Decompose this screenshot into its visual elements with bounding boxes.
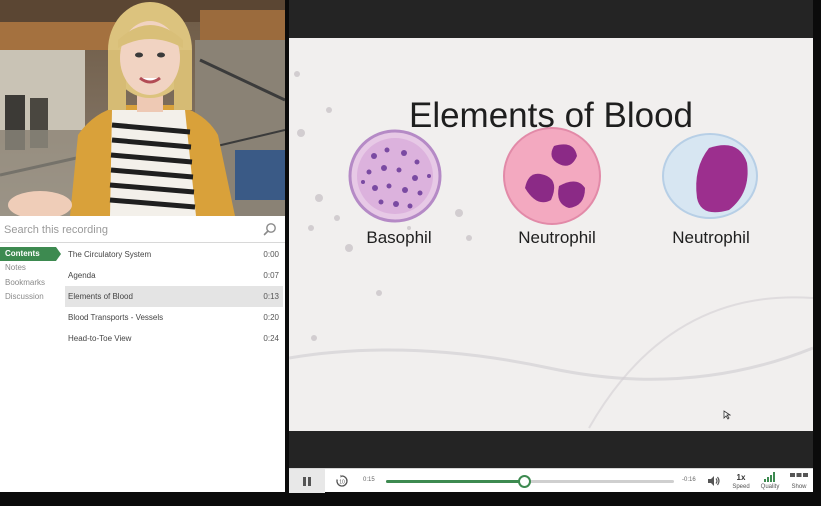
pause-icon	[303, 477, 306, 486]
player-controls: 10 0:15 -0:16 1x Speed Quality Show	[289, 468, 814, 493]
slide: Elements of Blood Basophil Neutrophil Ne…	[289, 38, 813, 431]
chapter-time: 0:07	[263, 271, 279, 280]
svg-text:10: 10	[339, 480, 345, 486]
slide-title: Elements of Blood	[408, 96, 694, 135]
chapter-title: Elements of Blood	[68, 292, 133, 301]
progress-track[interactable]	[386, 475, 674, 488]
progress-thumb[interactable]	[518, 475, 532, 488]
window-edge	[813, 0, 821, 506]
show-layout-icon[interactable]	[790, 473, 808, 481]
video-area[interactable]: Elements of Blood Basophil Neutrophil Ne…	[289, 0, 813, 468]
search-icon[interactable]	[263, 222, 277, 236]
chapter-list: The Circulatory System 0:00 Agenda 0:07 …	[65, 244, 283, 349]
speed-value[interactable]: 1x	[726, 473, 756, 482]
basophil-cell-image	[348, 129, 442, 223]
search-input[interactable]	[4, 220, 254, 239]
nav-contents[interactable]: Contents	[0, 247, 61, 261]
volume-icon[interactable]	[707, 475, 721, 487]
show-label[interactable]: Show	[784, 484, 814, 490]
chapter-item[interactable]: Agenda 0:07	[65, 265, 283, 286]
progress-fill	[386, 480, 525, 483]
nav-discussion[interactable]: Discussion	[0, 290, 62, 305]
chapter-time: 0:13	[263, 292, 279, 301]
player-window: Contents Notes Bookmarks Discussion The …	[0, 0, 821, 506]
chapter-title: The Circulatory System	[68, 250, 152, 259]
cell-label: Neutrophil	[672, 228, 750, 247]
chapter-title: Blood Transports - Vessels	[68, 313, 164, 322]
presenter-webcam	[0, 0, 285, 216]
chapter-item[interactable]: Head-to-Toe View 0:24	[65, 328, 283, 349]
chapter-time: 0:00	[263, 250, 279, 259]
chapter-item-active[interactable]: Elements of Blood 0:13	[65, 286, 283, 307]
neutrophil-cell-image	[503, 127, 601, 225]
chapter-item[interactable]: The Circulatory System 0:00	[65, 244, 283, 265]
chapter-title: Head-to-Toe View	[68, 334, 132, 343]
chapter-item[interactable]: Blood Transports - Vessels 0:20	[65, 307, 283, 328]
speed-label[interactable]: Speed	[726, 484, 756, 490]
mouse-cursor-icon	[723, 410, 731, 420]
cell-label: Basophil	[366, 228, 432, 247]
chapter-title: Agenda	[68, 271, 96, 280]
nav-notes[interactable]: Notes	[0, 261, 62, 276]
side-nav: Contents Notes Bookmarks Discussion	[0, 247, 62, 305]
nav-bookmarks[interactable]: Bookmarks	[0, 276, 62, 291]
search-bar	[0, 216, 285, 243]
quality-label[interactable]: Quality	[755, 484, 785, 490]
pause-icon	[308, 477, 311, 486]
quality-bars-icon[interactable]	[764, 472, 776, 482]
remaining-time: -0:16	[682, 477, 696, 483]
neutrophil-cell-image	[662, 133, 758, 219]
rewind-10-icon[interactable]: 10	[335, 474, 349, 488]
elapsed-time: 0:15	[363, 477, 375, 483]
chapter-time: 0:24	[263, 334, 279, 343]
pause-button[interactable]	[289, 469, 325, 493]
left-panel: Contents Notes Bookmarks Discussion The …	[0, 0, 285, 492]
cell-label: Neutrophil	[518, 228, 596, 247]
chapter-time: 0:20	[263, 313, 279, 322]
